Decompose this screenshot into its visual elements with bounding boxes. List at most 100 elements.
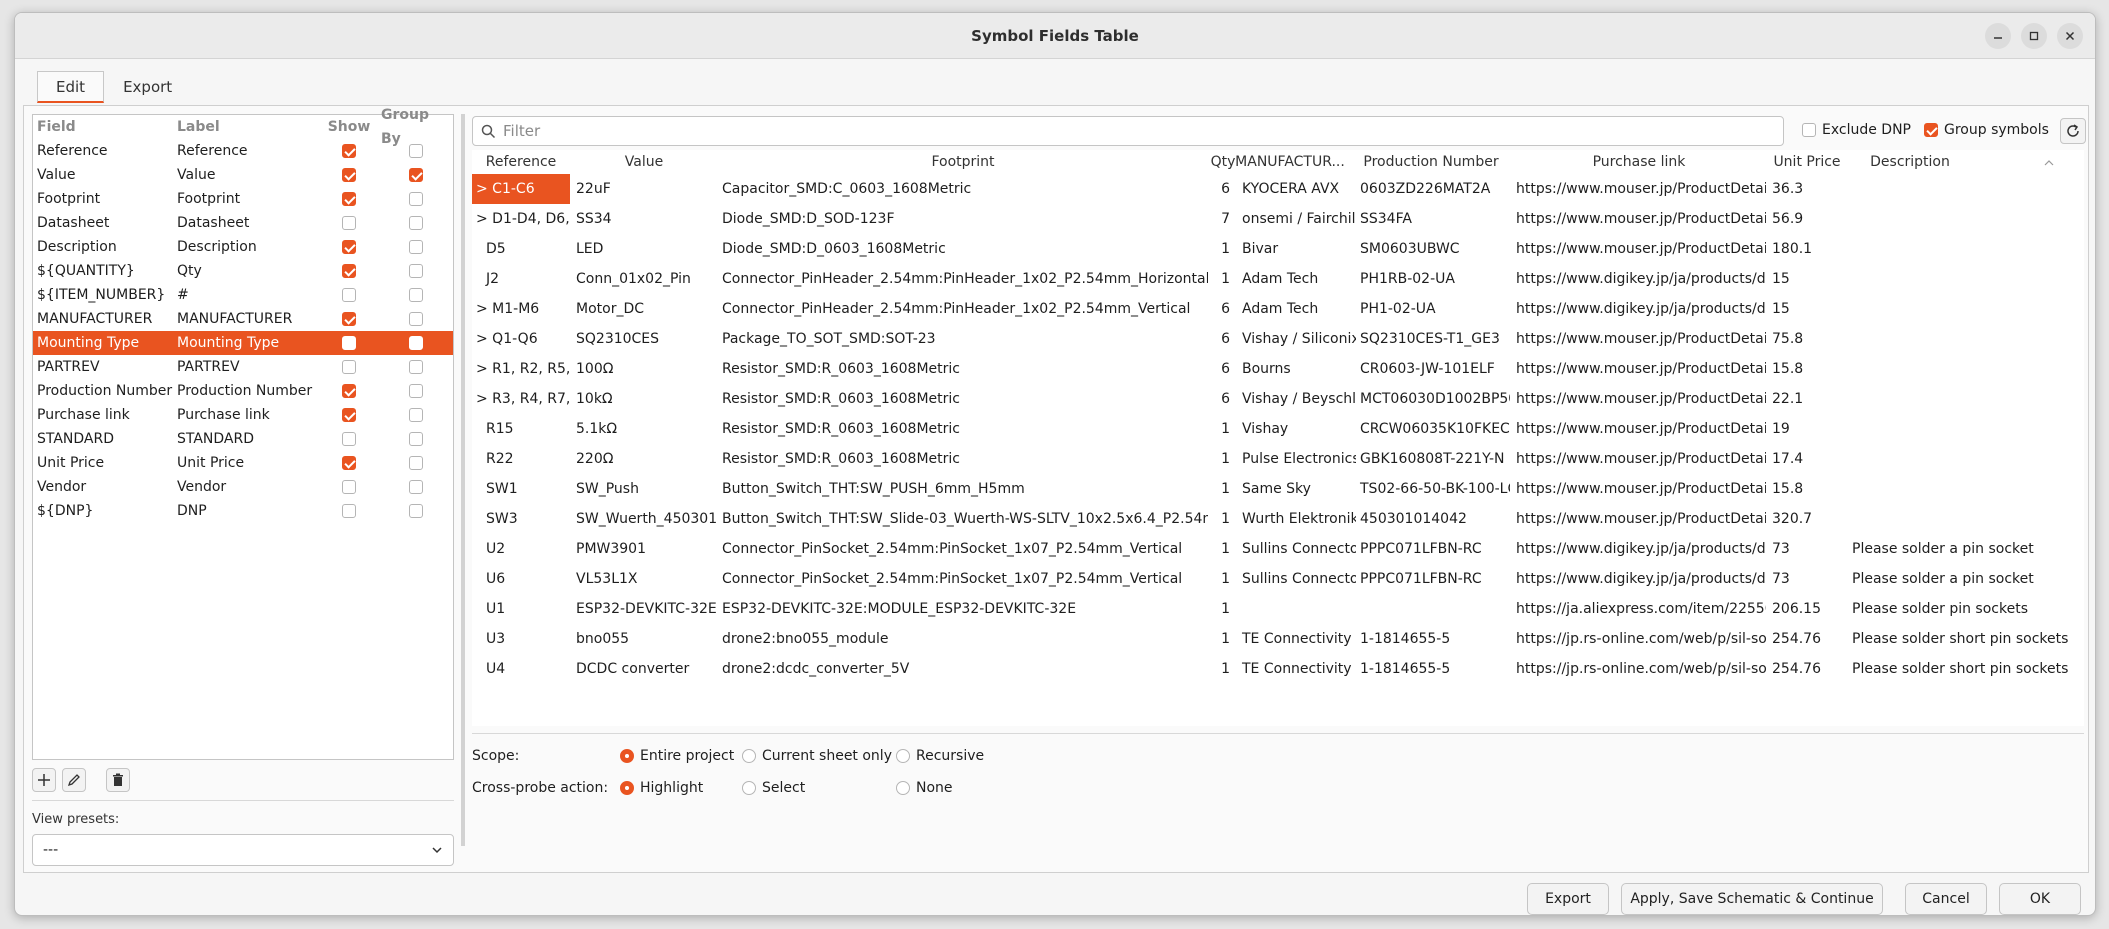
cell-pn[interactable]: 450301014042: [1356, 504, 1510, 534]
cell-footprint[interactable]: Package_TO_SOT_SMD:SOT-23: [718, 324, 1208, 354]
cell-qty[interactable]: 6: [1208, 324, 1230, 354]
cell-mfr[interactable]: Wurth Elektronik: [1238, 504, 1356, 534]
cell-mfr[interactable]: Sullins Connector: [1238, 564, 1356, 594]
cell-qty[interactable]: 6: [1208, 354, 1230, 384]
group-by-checkbox[interactable]: [409, 480, 423, 494]
cell-pn[interactable]: 1-1814655-5: [1356, 624, 1510, 654]
show-checkbox[interactable]: [342, 504, 356, 518]
show-checkbox[interactable]: [342, 312, 356, 326]
cell-mfr[interactable]: Adam Tech: [1238, 264, 1356, 294]
cell-mfr[interactable]: Adam Tech: [1238, 294, 1356, 324]
cell-price[interactable]: 254.76: [1768, 654, 1846, 684]
group-by-checkbox[interactable]: [409, 360, 423, 374]
view-presets-select[interactable]: ---: [32, 834, 454, 866]
cell-qty[interactable]: 7: [1208, 204, 1230, 234]
cell-price[interactable]: 206.15: [1768, 594, 1846, 624]
cell-value[interactable]: SQ2310CES: [572, 324, 716, 354]
show-checkbox[interactable]: [342, 240, 356, 254]
cell-value[interactable]: 22uF: [572, 174, 716, 204]
export-button[interactable]: Export: [1527, 883, 1609, 915]
cell-value[interactable]: Conn_01x02_Pin: [572, 264, 716, 294]
cell-mfr[interactable]: onsemi / Fairchild: [1238, 204, 1356, 234]
cell-footprint[interactable]: Capacitor_SMD:C_0603_1608Metric: [718, 174, 1208, 204]
crossprobe-none[interactable]: None: [896, 776, 953, 800]
cell-link[interactable]: https://www.digikey.jp/ja/products/d: [1512, 534, 1766, 564]
cell-link[interactable]: https://www.mouser.jp/ProductDetail: [1512, 354, 1766, 384]
cell-pn[interactable]: CR0603-JW-101ELF: [1356, 354, 1510, 384]
cell-link[interactable]: https://jp.rs-online.com/web/p/sil-so: [1512, 654, 1766, 684]
cell-ref[interactable]: SW3: [472, 504, 570, 534]
cell-value[interactable]: LED: [572, 234, 716, 264]
cell-ref[interactable]: U1: [472, 594, 570, 624]
cell-value[interactable]: 10kΩ: [572, 384, 716, 414]
cell-mfr[interactable]: Sullins Connector: [1238, 534, 1356, 564]
cell-price[interactable]: 15: [1768, 264, 1846, 294]
crossprobe-select[interactable]: Select: [742, 776, 805, 800]
cell-link[interactable]: https://www.digikey.jp/ja/products/d: [1512, 564, 1766, 594]
table-row[interactable]: U4 DCDC converter drone2:dcdc_converter_5V…: [472, 654, 2084, 684]
filter-box[interactable]: [472, 116, 1784, 146]
cell-value[interactable]: 5.1kΩ: [572, 414, 716, 444]
cell-price[interactable]: 56.9: [1768, 204, 1846, 234]
add-field-button[interactable]: [32, 768, 56, 792]
field-row[interactable]: Footprint Footprint: [33, 187, 453, 211]
tab-export[interactable]: Export: [104, 71, 191, 103]
cell-value[interactable]: 220Ω: [572, 444, 716, 474]
cell-ref[interactable]: R22: [472, 444, 570, 474]
cancel-button[interactable]: Cancel: [1905, 883, 1987, 915]
radio-indicator[interactable]: [620, 749, 634, 763]
radio-indicator[interactable]: [742, 749, 756, 763]
cell-value[interactable]: Motor_DC: [572, 294, 716, 324]
cell-mfr[interactable]: KYOCERA AVX: [1238, 174, 1356, 204]
table-row[interactable]: SW1 SW_Push Button_Switch_THT:SW_PUSH_6mm_…: [472, 474, 2084, 504]
table-row[interactable]: R15 5.1kΩ Resistor_SMD:R_0603_1608Metric 1 V…: [472, 414, 2084, 444]
cell-price[interactable]: 15: [1768, 294, 1846, 324]
column-header[interactable]: Reference: [472, 150, 570, 174]
cell-price[interactable]: 19: [1768, 414, 1846, 444]
close-button[interactable]: [2057, 23, 2083, 49]
cell-ref[interactable]: U6: [472, 564, 570, 594]
show-checkbox[interactable]: [342, 192, 356, 206]
group-by-checkbox[interactable]: [409, 288, 423, 302]
group-by-checkbox[interactable]: [409, 144, 423, 158]
table-row[interactable]: J2 Conn_01x02_Pin Connector_PinHeader_2.54…: [472, 264, 2084, 294]
table-row[interactable]: > R3, R4, R7, R10kΩResistor_SMD:R_0603_1…: [472, 384, 2084, 414]
group-by-checkbox[interactable]: [409, 384, 423, 398]
show-checkbox[interactable]: [342, 408, 356, 422]
table-row[interactable]: U6 VL53L1X Connector_PinSocket_2.54mm:PinS…: [472, 564, 2084, 594]
cell-link[interactable]: https://www.mouser.jp/ProductDetail: [1512, 204, 1766, 234]
cell-ref[interactable]: > R3, R4, R7, R: [472, 384, 570, 414]
cell-desc[interactable]: Please solder pin sockets: [1848, 594, 2082, 624]
group-by-checkbox[interactable]: [409, 504, 423, 518]
show-checkbox[interactable]: [342, 456, 356, 470]
table-row[interactable]: > D1-D4, D6, DSS34Diode_SMD:D_SOD-123F7o…: [472, 204, 2084, 234]
table-row[interactable]: > R1, R2, R5, R100ΩResistor_SMD:R_0603_1…: [472, 354, 2084, 384]
field-row[interactable]: Unit Price Unit Price: [33, 451, 453, 475]
column-header[interactable]: Unit Price: [1768, 150, 1846, 174]
column-header[interactable]: Value: [572, 150, 716, 174]
group-by-checkbox[interactable]: [409, 216, 423, 230]
cell-value[interactable]: PMW3901: [572, 534, 716, 564]
field-row[interactable]: PARTREV PARTREV: [33, 355, 453, 379]
show-checkbox[interactable]: [342, 360, 356, 374]
cell-qty[interactable]: 1: [1208, 444, 1230, 474]
field-label[interactable]: DNP: [173, 499, 317, 523]
cell-price[interactable]: 73: [1768, 564, 1846, 594]
group-by-checkbox[interactable]: [409, 240, 423, 254]
cell-pn[interactable]: MCT06030D1002BP500: [1356, 384, 1510, 414]
group-by-checkbox[interactable]: [409, 264, 423, 278]
cell-footprint[interactable]: Diode_SMD:D_0603_1608Metric: [718, 234, 1208, 264]
scope-current-sheet[interactable]: Current sheet only: [742, 744, 892, 768]
cell-price[interactable]: 320.7: [1768, 504, 1846, 534]
cell-price[interactable]: 15.8: [1768, 354, 1846, 384]
cell-pn[interactable]: 1-1814655-5: [1356, 654, 1510, 684]
apply-save-continue-button[interactable]: Apply, Save Schematic & Continue: [1621, 883, 1883, 915]
field-label[interactable]: Reference: [173, 139, 317, 163]
show-checkbox[interactable]: [342, 216, 356, 230]
field-row[interactable]: Description Description: [33, 235, 453, 259]
cell-ref[interactable]: R15: [472, 414, 570, 444]
show-checkbox[interactable]: [342, 480, 356, 494]
cell-pn[interactable]: GBK160808T-221Y-N: [1356, 444, 1510, 474]
cell-ref[interactable]: > M1-M6: [472, 294, 570, 324]
cell-ref[interactable]: U2: [472, 534, 570, 564]
